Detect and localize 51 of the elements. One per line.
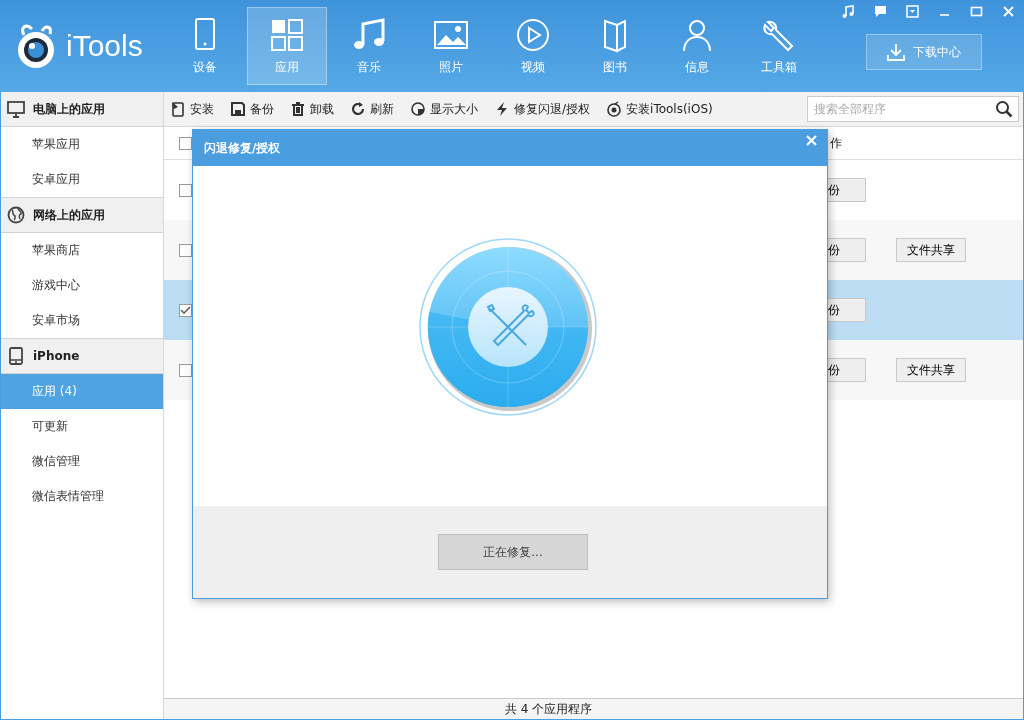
toolbar-button[interactable]: 卸载 (290, 100, 334, 118)
sidebar-item[interactable]: 安卓市场 (1, 303, 163, 338)
sidebar-item[interactable]: 微信管理 (1, 444, 163, 479)
repairing-button[interactable]: 正在修复... (438, 534, 588, 570)
search-field[interactable]: 搜索全部程序 (807, 96, 1019, 122)
checkbox[interactable] (179, 303, 192, 317)
save-icon (230, 101, 246, 117)
install-icon (170, 101, 186, 117)
checkbox[interactable] (179, 243, 192, 257)
refresh-icon (350, 101, 366, 117)
backup-button[interactable]: 份 (828, 298, 866, 322)
backup-button[interactable]: 份 (828, 238, 866, 262)
sidebar-item[interactable]: 可更新 (1, 409, 163, 444)
sidebar-section-header[interactable]: 网络上的应用 (1, 197, 163, 233)
dialog-title: 闪退修复/授权 (204, 139, 281, 157)
grid-icon (269, 16, 305, 53)
sidebar-section-header[interactable]: iPhone (1, 338, 163, 374)
toolbar-button[interactable]: 修复闪退/授权 (494, 100, 591, 118)
backup-button[interactable]: 份 (828, 178, 866, 202)
app-logo-text: iTools (66, 29, 143, 63)
phone-icon (7, 347, 25, 365)
status-text: 共 4 个应用程序 (504, 700, 593, 718)
checkbox[interactable] (179, 136, 192, 150)
play-icon (515, 16, 551, 53)
search-icon[interactable] (995, 100, 1013, 118)
trash-icon (290, 101, 306, 117)
sidebar-section-header[interactable]: 电脑上的应用 (1, 92, 163, 127)
toolbar-button[interactable]: 显示大小 (410, 100, 478, 118)
toolbar-button[interactable]: 刷新 (350, 100, 394, 118)
checkbox[interactable] (179, 363, 192, 377)
sidebar-item[interactable]: 安卓应用 (1, 162, 163, 197)
sidebar-item[interactable]: 苹果商店 (1, 233, 163, 268)
column-header: 作 (829, 134, 842, 152)
table-row[interactable]: 份 (164, 160, 1023, 220)
eye-icon (606, 101, 623, 117)
close-icon[interactable] (806, 135, 817, 146)
toolbar-button[interactable]: 安装iTools(iOS) (606, 100, 713, 118)
file-share-button[interactable]: 文件共享 (896, 358, 966, 382)
download-icon (887, 43, 905, 61)
monitor-icon (7, 100, 25, 118)
backup-button[interactable]: 份 (828, 358, 866, 382)
toolbar-button[interactable]: 安装 (170, 100, 214, 118)
sidebar-item[interactable]: 微信表情管理 (1, 479, 163, 514)
lightning-icon (494, 101, 510, 117)
checkbox[interactable] (179, 183, 192, 197)
pie-icon (410, 101, 426, 117)
sidebar-item[interactable]: 游戏中心 (1, 268, 163, 303)
toolbar-button[interactable]: 备份 (230, 100, 274, 118)
globe-icon (7, 206, 25, 224)
file-share-button[interactable]: 文件共享 (896, 238, 966, 262)
sidebar-item[interactable]: 苹果应用 (1, 127, 163, 162)
